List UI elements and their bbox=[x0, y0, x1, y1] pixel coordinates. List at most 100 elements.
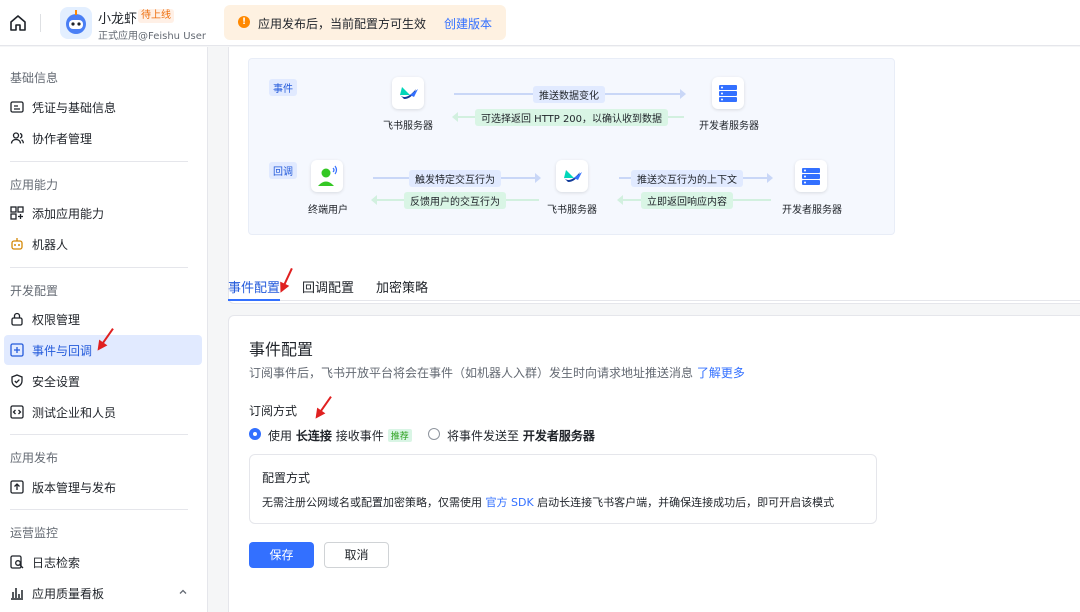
end-user-node bbox=[311, 160, 343, 192]
chart-icon bbox=[11, 588, 23, 600]
push-data-label: 推送数据变化 bbox=[533, 86, 605, 103]
feishu-logo-icon bbox=[564, 170, 582, 182]
section-title: 应用能力 bbox=[10, 178, 59, 192]
section-title: 开发配置 bbox=[10, 284, 59, 298]
feedback-action-label: 反馈用户的交互行为 bbox=[404, 192, 506, 209]
sidebar-item-label: 协作者管理 bbox=[32, 132, 93, 146]
option-bold: 开发者服务器 bbox=[522, 429, 595, 443]
shield-icon bbox=[11, 374, 23, 388]
desc-text: 无需注册公网域名或配置加密策略，仅需使用 bbox=[262, 496, 482, 509]
grid-plus-icon bbox=[10, 206, 24, 220]
divider bbox=[10, 509, 188, 510]
tab-callback-config[interactable]: 回调配置 bbox=[302, 277, 354, 296]
sidebar-item-quality-board[interactable]: 应用质量看板 bbox=[4, 578, 202, 608]
section-title: 应用发布 bbox=[10, 451, 59, 465]
recommended-badge: 推荐 bbox=[387, 429, 412, 442]
radio-dev-server[interactable] bbox=[428, 428, 440, 440]
annotation-arrow-icon bbox=[315, 395, 332, 419]
sidebar-item-versions[interactable]: 版本管理与发布 bbox=[4, 472, 202, 502]
option-text: 接收事件 bbox=[335, 429, 384, 443]
feishu-server-label: 飞书服务器 bbox=[547, 205, 597, 216]
notice-text: 应用发布后，当前配置方可生效 bbox=[258, 17, 427, 31]
divider bbox=[10, 267, 188, 268]
users-icon bbox=[10, 132, 24, 144]
sidebar-item-collaborators[interactable]: 协作者管理 bbox=[4, 123, 202, 153]
sidebar-item-robot[interactable]: 机器人 bbox=[4, 229, 202, 259]
end-user-label: 终端用户 bbox=[308, 205, 348, 216]
tab-event-config[interactable]: 事件配置 bbox=[228, 277, 280, 296]
section-heading: 事件配置 bbox=[249, 340, 314, 359]
cancel-button[interactable]: 取消 bbox=[324, 542, 389, 568]
sidebar-item-label: 事件与回调 bbox=[32, 344, 93, 358]
sidebar-item-label: 版本管理与发布 bbox=[32, 481, 117, 495]
feishu-logo-icon bbox=[400, 87, 418, 99]
sidebar-item-label: 机器人 bbox=[32, 238, 69, 252]
sidebar-item-label: 测试企业和人员 bbox=[32, 406, 117, 420]
radio-long-connection[interactable] bbox=[249, 428, 261, 440]
tab-underline bbox=[228, 299, 280, 301]
config-tabs: 事件配置 回调配置 加密策略 bbox=[228, 269, 1080, 301]
flow-diagram-card: 事件 飞书服务器 推送数据变化 可选择返回 HTTP 200，以确认收到数据 开… bbox=[228, 47, 1080, 304]
app-avatar bbox=[60, 7, 92, 39]
option-bold: 长连接 bbox=[295, 429, 332, 443]
create-version-link[interactable]: 创建版本 bbox=[444, 15, 492, 32]
sidebar-item-test-enterprise[interactable]: 测试企业和人员 bbox=[4, 397, 202, 427]
log-search-icon bbox=[10, 555, 24, 569]
status-badge: 待上线 bbox=[138, 9, 174, 23]
top-bar: 小龙虾 待上线 正式应用@Feishu User ! 应用发布后，当前配置方可生… bbox=[0, 0, 1080, 46]
sidebar-item-add-capability[interactable]: 添加应用能力 bbox=[4, 198, 202, 228]
robot-icon bbox=[11, 238, 23, 250]
sidebar-item-security[interactable]: 安全设置 bbox=[4, 366, 202, 396]
feishu-server-node bbox=[392, 77, 424, 109]
sidebar-item-label: 权限管理 bbox=[32, 313, 81, 327]
home-icon[interactable] bbox=[8, 13, 28, 33]
sidebar-item-credentials[interactable]: 凭证与基础信息 bbox=[4, 92, 202, 122]
chevron-up-icon[interactable] bbox=[178, 587, 188, 597]
lock-icon bbox=[11, 312, 23, 326]
trigger-action-label: 触发特定交互行为 bbox=[409, 170, 501, 187]
flow-diagram: 事件 飞书服务器 推送数据变化 可选择返回 HTTP 200，以确认收到数据 开… bbox=[248, 58, 895, 235]
official-sdk-link[interactable]: 官方 SDK bbox=[486, 496, 534, 509]
publish-notice: ! 应用发布后，当前配置方可生效 创建版本 bbox=[224, 5, 506, 40]
subscription-method-label: 订阅方式 bbox=[249, 404, 298, 418]
warning-icon: ! bbox=[238, 16, 250, 28]
app-subtitle: 正式应用@Feishu User bbox=[98, 31, 206, 42]
push-context-label: 推送交互行为的上下文 bbox=[631, 170, 743, 187]
main-content: 事件 飞书服务器 推送数据变化 可选择返回 HTTP 200，以确认收到数据 开… bbox=[208, 47, 1080, 612]
dev-server-option[interactable]: 将事件发送至 开发者服务器 bbox=[447, 427, 595, 444]
dev-server-label: 开发者服务器 bbox=[699, 121, 759, 132]
id-card-icon bbox=[10, 101, 24, 113]
section-title: 基础信息 bbox=[10, 71, 59, 85]
sidebar-item-label: 应用质量看板 bbox=[32, 587, 105, 601]
divider bbox=[10, 434, 188, 435]
tab-encryption[interactable]: 加密策略 bbox=[376, 277, 428, 296]
desc-text: 启动长连接飞书客户端，并确保连接成功后，即可开启该模式 bbox=[537, 496, 835, 509]
sidebar-item-label: 凭证与基础信息 bbox=[32, 101, 117, 115]
dev-server-node bbox=[712, 77, 744, 109]
learn-more-link[interactable]: 了解更多 bbox=[697, 366, 745, 380]
dev-server-label: 开发者服务器 bbox=[782, 205, 842, 216]
option-text: 使用 bbox=[268, 429, 293, 443]
code-icon bbox=[10, 405, 24, 419]
app-name: 小龙虾 bbox=[98, 12, 138, 27]
server-icon bbox=[719, 85, 737, 102]
event-config-card: 事件配置 订阅事件后，飞书开放平台将会在事件（如机器人入群）发生时向请求地址推送… bbox=[228, 315, 1080, 612]
sidebar-item-label: 添加应用能力 bbox=[32, 207, 105, 221]
sidebar-item-label: 日志检索 bbox=[32, 556, 81, 570]
feishu-server-node-2 bbox=[556, 160, 588, 192]
server-icon bbox=[802, 168, 820, 185]
dev-server-node-2 bbox=[795, 160, 827, 192]
return-http-label: 可选择返回 HTTP 200，以确认收到数据 bbox=[475, 109, 669, 126]
config-mode-desc: 无需注册公网域名或配置加密策略，仅需使用 官方 SDK 启动长连接飞书客户端，并… bbox=[262, 494, 834, 510]
sidebar-item-log-search[interactable]: 日志检索 bbox=[4, 547, 202, 577]
sidebar-item-label: 安全设置 bbox=[32, 375, 81, 389]
callback-tag: 回调 bbox=[269, 162, 297, 179]
long-connection-option[interactable]: 使用 长连接 接收事件 推荐 bbox=[268, 427, 412, 444]
save-button[interactable]: 保存 bbox=[249, 542, 314, 568]
divider bbox=[10, 161, 188, 162]
event-icon bbox=[10, 343, 24, 357]
option-text: 将事件发送至 bbox=[447, 429, 520, 443]
return-response-label: 立即返回响应内容 bbox=[641, 192, 733, 209]
event-tag: 事件 bbox=[269, 79, 297, 96]
section-description: 订阅事件后，飞书开放平台将会在事件（如机器人入群）发生时向请求地址推送消息 了解… bbox=[249, 364, 745, 381]
